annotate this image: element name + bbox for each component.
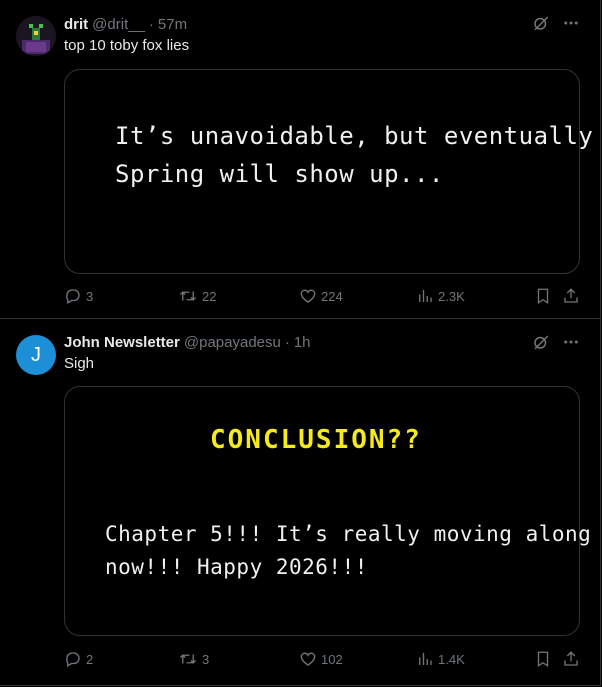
retweet-button[interactable]: 22 <box>178 287 216 305</box>
media-text-line: now!!! Happy 2026!!! <box>105 555 368 579</box>
retweet-icon <box>180 291 196 301</box>
author-name[interactable]: John Newsletter <box>64 334 180 351</box>
media-text-line: Chapter 5!!! It’s really moving along <box>105 522 592 546</box>
timestamp[interactable]: 1h <box>294 334 311 351</box>
bookmark-icon <box>537 288 549 305</box>
like-icon <box>300 289 316 303</box>
media-heading: CONCLUSION?? <box>210 425 422 455</box>
more-icon[interactable] <box>562 14 580 37</box>
timeline: drit @drit__ · 57m top 10 toby fox lies … <box>0 0 601 686</box>
retweet-button[interactable]: 3 <box>178 650 209 668</box>
reply-count: 2 <box>86 651 94 667</box>
grok-icon[interactable] <box>532 333 550 356</box>
avatar-image <box>16 16 56 56</box>
reply-icon <box>66 289 80 304</box>
more-icon[interactable] <box>562 333 580 356</box>
grok-icon[interactable] <box>532 14 550 37</box>
tweet-actions: 2 3 102 1.4K <box>64 649 584 669</box>
author-handle[interactable]: @papayadesu <box>184 334 281 351</box>
reply-button[interactable]: 2 <box>64 650 93 668</box>
author-name[interactable]: drit <box>64 16 88 33</box>
media-text-line: It’s unavoidable, but eventually <box>115 122 594 150</box>
reply-count: 3 <box>86 288 94 304</box>
bookmark-icon <box>537 651 549 668</box>
tweet[interactable]: J John Newsletter @papayadesu · 1h Sigh … <box>0 319 600 685</box>
views-count: 1.4K <box>438 651 465 667</box>
separator-dot: · <box>284 333 290 351</box>
tweet-actions: 3 22 224 2.3K <box>64 286 584 306</box>
separator-dot: · <box>148 15 154 33</box>
tweet-header: drit @drit__ · 57m <box>64 14 187 34</box>
views-count: 2.3K <box>438 288 465 304</box>
tweet-media[interactable]: CONCLUSION?? Chapter 5!!! It’s really mo… <box>64 386 591 636</box>
views-icon <box>419 290 432 302</box>
bookmark-button[interactable] <box>534 287 552 305</box>
like-count: 102 <box>321 651 343 667</box>
views-icon <box>419 653 432 665</box>
views-button[interactable]: 2.3K <box>416 287 465 305</box>
tweet-top-actions <box>532 333 580 356</box>
avatar[interactable] <box>16 16 56 56</box>
avatar[interactable]: J <box>16 335 56 375</box>
like-button[interactable]: 102 <box>299 650 343 668</box>
tweet-header: John Newsletter @papayadesu · 1h <box>64 332 311 352</box>
like-count: 224 <box>321 288 343 304</box>
retweet-count: 3 <box>202 651 210 667</box>
like-button[interactable]: 224 <box>299 287 343 305</box>
tweet-top-actions <box>532 14 580 37</box>
views-button[interactable]: 1.4K <box>416 650 465 668</box>
like-icon <box>300 652 316 666</box>
timestamp[interactable]: 57m <box>158 16 187 33</box>
bookmark-button[interactable] <box>534 650 552 668</box>
share-icon <box>564 288 578 303</box>
reply-button[interactable]: 3 <box>64 287 93 305</box>
share-button[interactable] <box>562 650 580 668</box>
tweet-text: Sigh <box>64 355 95 372</box>
retweet-icon <box>180 654 196 664</box>
tweet-text: top 10 toby fox lies <box>64 37 190 54</box>
share-icon <box>564 651 578 666</box>
tweet-media[interactable]: It’s unavoidable, but eventually Spring … <box>64 69 593 274</box>
reply-icon <box>66 652 80 667</box>
media-text-line: Spring will show up... <box>115 160 444 188</box>
share-button[interactable] <box>562 287 580 305</box>
retweet-count: 22 <box>202 288 217 304</box>
author-handle[interactable]: @drit__ <box>92 16 145 33</box>
tweet[interactable]: drit @drit__ · 57m top 10 toby fox lies … <box>0 0 600 319</box>
